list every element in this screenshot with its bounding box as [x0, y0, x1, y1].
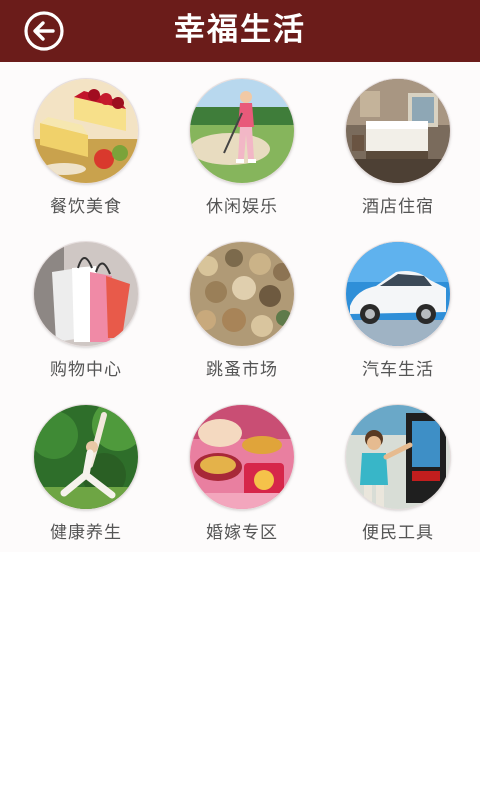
category-car[interactable]: 汽车生活 [318, 225, 478, 388]
category-label: 酒店住宿 [362, 197, 434, 217]
wedding-photo [190, 405, 294, 509]
category-leisure[interactable]: 休闲娱乐 [162, 62, 322, 225]
category-tools[interactable]: 便民工具 [318, 388, 478, 551]
category-shopping[interactable]: 购物中心 [6, 225, 166, 388]
page-title: 幸福生活 [174, 12, 306, 48]
yoga-photo [34, 405, 138, 509]
shopping-bags-photo [34, 242, 138, 346]
category-label: 婚嫁专区 [206, 523, 278, 543]
category-label: 休闲娱乐 [206, 197, 278, 217]
category-label: 餐饮美食 [50, 197, 122, 217]
kiosk-photo [346, 405, 450, 509]
category-label: 健康养生 [50, 523, 122, 543]
category-grid: 餐饮美食 休闲娱乐 酒店住宿 购物中心 跳蚤市场 汽车生活 健康养生 婚嫁专区 … [0, 62, 480, 552]
category-health[interactable]: 健康养生 [6, 388, 166, 551]
car-photo [346, 242, 450, 346]
category-hotel[interactable]: 酒店住宿 [318, 62, 478, 225]
app-header: 幸福生活 [0, 0, 480, 62]
category-label: 跳蚤市场 [206, 360, 278, 380]
hotel-room-photo [346, 79, 450, 183]
category-label: 购物中心 [50, 360, 122, 380]
golf-photo [190, 79, 294, 183]
category-flea-market[interactable]: 跳蚤市场 [162, 225, 322, 388]
category-label: 汽车生活 [362, 360, 434, 380]
category-label: 便民工具 [362, 523, 434, 543]
category-wedding[interactable]: 婚嫁专区 [162, 388, 322, 551]
food-photo [34, 79, 138, 183]
category-food[interactable]: 餐饮美食 [6, 62, 166, 225]
flea-market-photo [190, 242, 294, 346]
